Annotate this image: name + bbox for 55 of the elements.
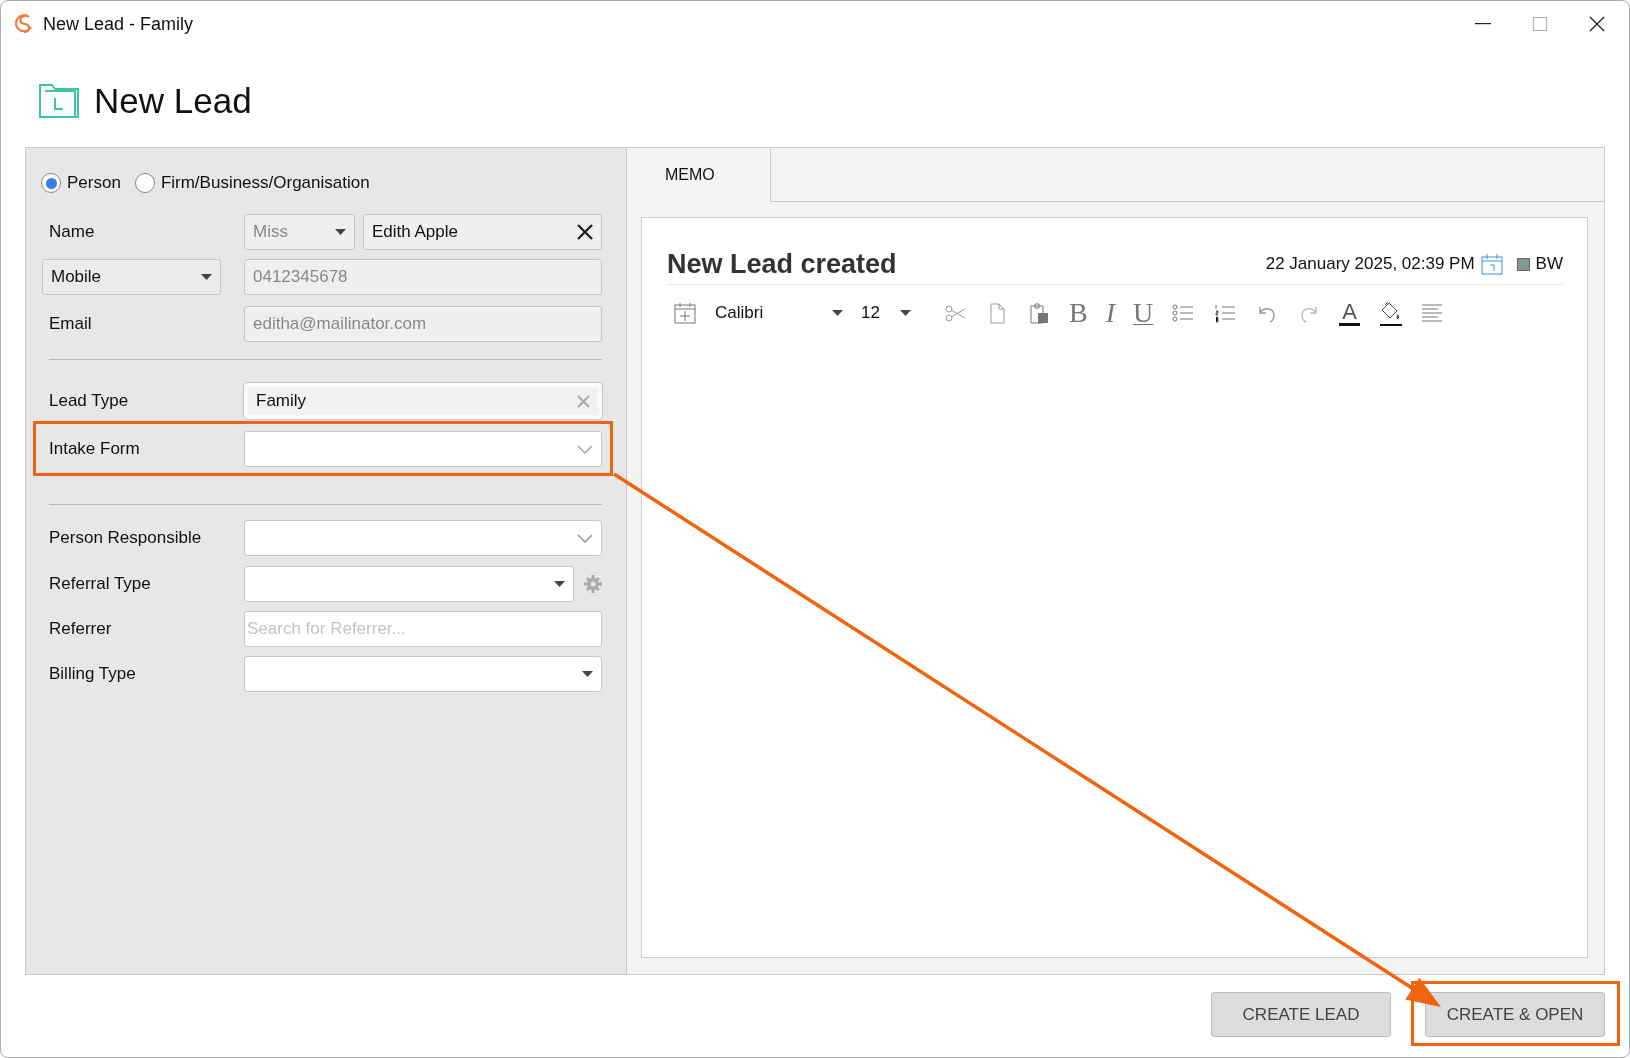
create-button[interactable]: CREATE & OPEN <box>1425 992 1605 1037</box>
align-icon[interactable] <box>1419 301 1444 325</box>
font-color-button[interactable]: A <box>1339 300 1360 326</box>
memo-title: New Lead created <box>667 248 898 280</box>
memo-tab[interactable]: MEMO <box>627 148 771 202</box>
clear-icon[interactable] <box>577 224 593 240</box>
paint-bucket-icon[interactable] <box>1377 300 1402 326</box>
calendar-plus-icon[interactable] <box>673 301 697 325</box>
bullet-list-icon[interactable] <box>1171 301 1196 325</box>
caret-icon <box>335 229 346 235</box>
folder-icon <box>38 83 80 119</box>
field-label: Intake Form <box>49 439 141 459</box>
close-icon[interactable] <box>1589 16 1605 32</box>
caret-icon <box>900 310 911 316</box>
memo-editor[interactable]: New Lead created 22 January 2025, 02:39 PM BW Calibri 12 B I U A <box>641 217 1588 958</box>
radio-option[interactable]: Firm/Business/Organisation <box>134 173 370 193</box>
field-label: Referrer <box>49 619 113 639</box>
referrer-search-field[interactable]: Search for Referrer... <box>244 611 602 647</box>
intake-form-dropdown[interactable] <box>244 431 602 467</box>
radio-option[interactable]: Person <box>41 173 121 193</box>
bold-button[interactable]: B <box>1069 299 1088 327</box>
underline-button[interactable]: U <box>1133 299 1154 327</box>
chevron-icon <box>577 533 593 543</box>
lead-type-field[interactable]: Family <box>244 383 602 419</box>
field-label: Name <box>49 222 96 242</box>
font-dropdown[interactable]: Calibri <box>715 303 843 323</box>
italic-button[interactable]: I <box>1105 299 1115 327</box>
phone-type-dropdown[interactable]: Mobile <box>42 259 221 295</box>
person-responsible-dropdown[interactable] <box>244 520 602 556</box>
author-color-icon <box>1516 257 1530 271</box>
settings-icon[interactable] <box>584 575 602 593</box>
field-label: Email <box>49 314 93 334</box>
field-label: Lead Type <box>49 391 130 411</box>
paste-icon[interactable] <box>1027 301 1051 325</box>
caret-icon <box>832 310 843 316</box>
field-label: Billing Type <box>49 664 137 684</box>
billing-type-dropdown[interactable] <box>244 656 602 692</box>
caret-icon <box>554 581 565 587</box>
chevron-icon <box>577 444 593 454</box>
page-title: New Lead <box>94 81 252 121</box>
app-logo-icon <box>13 13 35 35</box>
calendar-icon[interactable] <box>1480 253 1503 275</box>
name-field[interactable]: Edith Apple <box>363 214 602 250</box>
caret-icon <box>582 671 593 677</box>
font-size-dropdown[interactable]: 12 <box>861 303 911 323</box>
maximize-icon[interactable] <box>1533 17 1547 31</box>
minimize-icon[interactable] <box>1475 23 1491 25</box>
create-button[interactable]: CREATE LEAD <box>1211 992 1391 1037</box>
memo-author: BW <box>1535 254 1563 274</box>
referral-type-dropdown[interactable] <box>244 566 574 602</box>
memo-timestamp: 22 January 2025, 02:39 PM <box>1265 254 1475 274</box>
caret-icon <box>201 274 212 280</box>
field-label: Referral Type <box>49 574 152 594</box>
field-label: Person Responsible <box>49 528 203 548</box>
window-title: New Lead - Family <box>43 13 195 35</box>
